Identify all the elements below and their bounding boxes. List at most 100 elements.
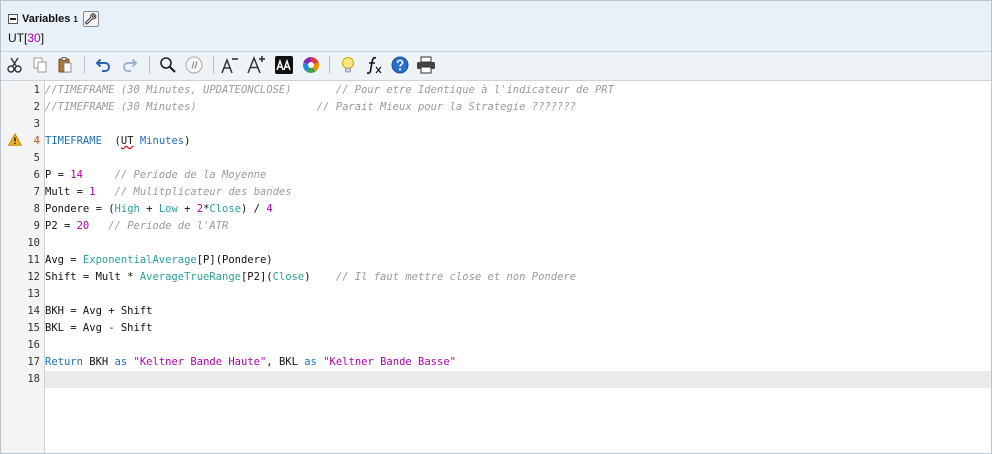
- code-token: ): [184, 135, 191, 147]
- code-token: , BKL: [266, 356, 305, 368]
- code-token: Low: [158, 203, 178, 215]
- code-token: // Il faut mettre close et non Pondere: [335, 271, 577, 283]
- code-token: ExponentialAverage: [82, 254, 197, 266]
- code-line[interactable]: //TIMEFRAME (30 Minutes) // Parait Mieux…: [45, 99, 576, 116]
- line-number: 18: [27, 373, 40, 385]
- line-number: 9: [33, 220, 40, 232]
- copy-icon: [33, 57, 47, 73]
- increase-font-icon: [247, 55, 265, 74]
- code-token: +: [139, 203, 159, 215]
- line-number: 12: [27, 271, 40, 283]
- code-token: as: [114, 356, 128, 368]
- variables-title: Variables: [22, 13, 71, 25]
- undo-button[interactable]: [93, 55, 113, 75]
- code-token: "Keltner Bande Basse": [323, 356, 456, 368]
- color-wheel-icon: [302, 57, 320, 74]
- code-token: //TIMEFRAME (30 Minutes, UPDATEONCLOSE) …: [45, 84, 614, 96]
- toolbar-separator: [213, 56, 214, 74]
- line-number: 13: [27, 288, 40, 300]
- line-number: 1: [33, 84, 40, 96]
- function-button[interactable]: [364, 55, 384, 75]
- comment-button[interactable]: [184, 55, 204, 75]
- comment-icon: [185, 56, 203, 74]
- variable-value: 30: [27, 31, 41, 45]
- code-line[interactable]: BKH = Avg + Shift: [45, 303, 152, 320]
- variable-ut[interactable]: UT[30]: [8, 31, 44, 45]
- code-token: 4: [266, 203, 273, 215]
- code-token: Minutes: [133, 135, 185, 147]
- toolbar-separator: [84, 56, 85, 74]
- cut-button[interactable]: [5, 55, 25, 75]
- code-line[interactable]: Mult = 1 // Mulitplicateur des bandes: [45, 184, 292, 201]
- code-token: [P2](: [240, 271, 273, 283]
- code-token: TIMEFRAME: [45, 135, 102, 147]
- code-token: Pondere = (: [45, 203, 115, 215]
- code-editor[interactable]: 1 2 3 4 5 6 7 8 9 10 11 12 13 14 15 16 17 18 //TIMEFRAME …: [1, 81, 991, 453]
- increase-font-button[interactable]: [247, 55, 267, 75]
- line-number: 14: [27, 305, 40, 317]
- line-number-gutter: 1 2 3 4 5 6 7 8 9 10 11 12 13 14 15 16 17 18: [1, 81, 45, 453]
- code-token: Close: [209, 203, 242, 215]
- line-number: 16: [27, 339, 40, 351]
- line-number: 10: [27, 237, 40, 249]
- decrease-font-button[interactable]: [220, 55, 240, 75]
- current-line-highlight: [45, 371, 991, 388]
- redo-button[interactable]: [120, 55, 140, 75]
- code-line[interactable]: Shift = Mult * AverageTrueRange[P2](Clos…: [45, 269, 576, 286]
- editor-window: Variables 1 UT[30] 1 2 3 4 5 6 7 8 9 10 …: [0, 0, 992, 454]
- paste-icon: [58, 57, 72, 73]
- code-token: +: [177, 203, 197, 215]
- code-token: [P](Pondere): [196, 254, 273, 266]
- code-token: BKL = Avg - Shift: [45, 322, 153, 334]
- help-icon: [391, 56, 409, 74]
- decrease-font-icon: [221, 57, 238, 74]
- wrench-button[interactable]: [82, 11, 99, 27]
- color-picker-button[interactable]: [301, 55, 321, 75]
- line-number: 15: [27, 322, 40, 334]
- code-token: (: [101, 135, 121, 147]
- line-number: 8: [33, 203, 40, 215]
- line-number: 17: [27, 356, 40, 368]
- search-icon: [160, 57, 176, 73]
- code-line[interactable]: P2 = 20 // Periode de l'ATR: [45, 218, 228, 235]
- code-line[interactable]: Pondere = (High + Low + 2*Close) / 4: [45, 201, 273, 218]
- line-number: 11: [27, 254, 40, 266]
- code-token: // Periode de la Moyenne: [114, 169, 267, 181]
- code-token: 14: [70, 169, 83, 181]
- line-number: 7: [33, 186, 40, 198]
- lightbulb-icon: [342, 57, 354, 73]
- line-number: 3: [33, 118, 40, 130]
- code-line[interactable]: //TIMEFRAME (30 Minutes, UPDATEONCLOSE) …: [45, 82, 614, 99]
- search-button[interactable]: [158, 55, 178, 75]
- code-line[interactable]: Return BKH as "Keltner Bande Haute", BKL…: [45, 354, 456, 371]
- redo-icon: [122, 58, 138, 72]
- code-token: ): [304, 271, 336, 283]
- collapse-icon[interactable]: [8, 14, 18, 24]
- undo-icon: [95, 58, 111, 72]
- paste-button[interactable]: [55, 55, 75, 75]
- code-token: Mult =: [45, 186, 90, 198]
- code-token: BKH: [82, 356, 115, 368]
- scissors-icon: [7, 57, 22, 73]
- text-color-button[interactable]: [274, 55, 294, 75]
- code-line[interactable]: Avg = ExponentialAverage[P](Pondere): [45, 252, 273, 269]
- variable-bracket-close: ]: [40, 31, 45, 45]
- code-area[interactable]: //TIMEFRAME (30 Minutes, UPDATEONCLOSE) …: [45, 81, 991, 453]
- line-number: 4: [33, 135, 40, 147]
- editor-toolbar: [1, 52, 991, 81]
- code-token: Avg =: [45, 254, 83, 266]
- text-color-icon: [275, 56, 293, 74]
- code-token: as: [304, 356, 317, 368]
- code-token: Shift = Mult *: [45, 271, 140, 283]
- code-token: Return: [45, 356, 83, 368]
- hint-button[interactable]: [338, 55, 358, 75]
- code-line[interactable]: TIMEFRAME (UT Minutes): [45, 133, 190, 150]
- code-line[interactable]: P = 14 // Periode de la Moyenne: [45, 167, 266, 184]
- copy-button[interactable]: [30, 55, 50, 75]
- help-button[interactable]: [390, 55, 410, 75]
- print-button[interactable]: [416, 55, 436, 75]
- code-line[interactable]: BKL = Avg - Shift: [45, 320, 152, 337]
- code-token: // Periode de l'ATR: [108, 220, 229, 232]
- wrench-icon: [84, 13, 97, 25]
